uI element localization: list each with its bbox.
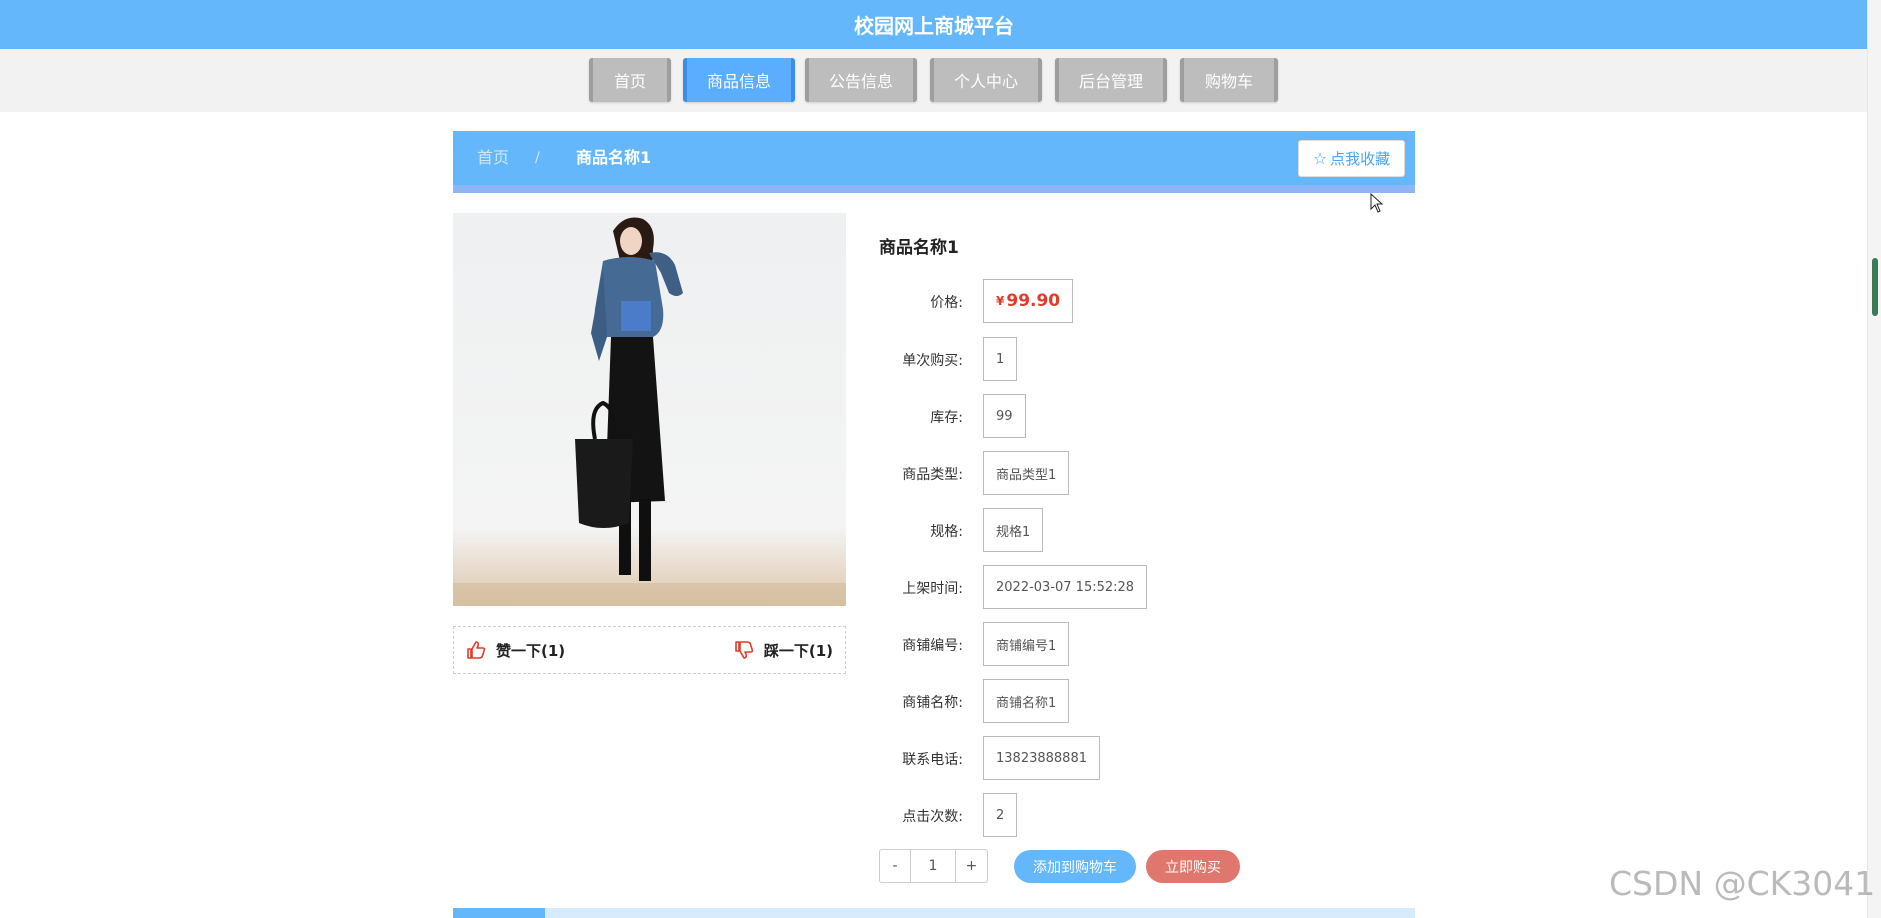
field-label-phone: 联系电话: (902, 752, 963, 768)
stock-value: 99 (983, 394, 1026, 438)
mouse-cursor-icon (1370, 193, 1384, 213)
breadcrumb-separator: / (535, 150, 540, 166)
site-title: 校园网上商城平台 (854, 14, 1014, 38)
thumbs-down-icon (735, 641, 753, 659)
detail-tab-strip (453, 908, 1415, 918)
favorite-label: 点我收藏 (1330, 150, 1391, 168)
quantity-decrement-button[interactable]: - (879, 849, 911, 883)
nav-item-admin[interactable]: 后台管理 (1055, 58, 1167, 102)
nav-item-label: 商品信息 (706, 72, 771, 91)
field-label-price: 价格: (930, 295, 963, 311)
breadcrumb-home-link[interactable]: 首页 (477, 131, 509, 185)
nav-item-announcements[interactable]: 公告信息 (805, 58, 917, 102)
scrollbar-thumb[interactable] (1872, 258, 1878, 316)
field-label-spec: 规格: (930, 524, 963, 540)
price-amount: 99.90 (1006, 291, 1061, 311)
field-label-shop-id: 商铺编号: (902, 638, 963, 654)
field-label-type: 商品类型: (902, 467, 963, 483)
nav-item-label: 公告信息 (828, 72, 893, 91)
nav-item-home[interactable]: 首页 (589, 58, 671, 102)
nav-item-label: 后台管理 (1078, 72, 1143, 91)
buy-now-button[interactable]: 立即购买 (1146, 850, 1240, 883)
nav-item-label: 首页 (613, 72, 646, 91)
dislike-button[interactable]: 踩一下(1) (734, 627, 833, 673)
single-purchase-value: 1 (983, 337, 1018, 381)
add-to-cart-button[interactable]: 添加到购物车 (1014, 850, 1136, 883)
nav-item-label: 个人中心 (953, 72, 1018, 91)
nav-item-products[interactable]: 商品信息 (683, 58, 795, 102)
currency-symbol: ¥ (996, 294, 1005, 308)
dislike-label: 踩一下(1) (763, 641, 833, 660)
clicks-value: 2 (983, 793, 1018, 837)
like-label: 赞一下(1) (496, 641, 566, 660)
main-nav: 首页 商品信息 公告信息 个人中心 后台管理 购物车 (0, 49, 1868, 112)
like-button[interactable]: 赞一下(1) (466, 627, 565, 673)
site-header: 校园网上商城平台 (0, 0, 1868, 49)
nav-item-profile[interactable]: 个人中心 (930, 58, 1042, 102)
quantity-increment-button[interactable]: + (955, 849, 988, 883)
star-outline-icon: ☆ (1312, 149, 1328, 168)
shop-id-value: 商铺编号1 (983, 622, 1070, 666)
listing-time-value: 2022-03-07 15:52:28 (983, 565, 1148, 609)
quantity-stepper: - 1 + (879, 849, 988, 883)
watermark: CSDN @CK3041 (1609, 864, 1876, 903)
shop-name-value: 商铺名称1 (983, 679, 1070, 723)
field-label-clicks: 点击次数: (902, 809, 963, 825)
price-value: ¥ 99.90 (983, 279, 1074, 323)
spec-value: 规格1 (983, 508, 1044, 552)
phone-value: 13823888881 (983, 736, 1100, 780)
field-label-single-purchase: 单次购买: (902, 353, 963, 369)
product-image (453, 213, 846, 606)
breadcrumb-current: 商品名称1 (576, 148, 652, 167)
quantity-input[interactable]: 1 (911, 849, 955, 883)
thumbs-up-icon (467, 641, 486, 659)
nav-item-cart[interactable]: 购物车 (1180, 58, 1278, 102)
type-value: 商品类型1 (983, 451, 1070, 495)
field-label-listing-time: 上架时间: (902, 581, 963, 597)
breadcrumb: 首页 / 商品名称1 ☆ 点我收藏 (453, 131, 1415, 193)
field-label-shop-name: 商铺名称: (902, 695, 963, 711)
favorite-button[interactable]: ☆ 点我收藏 (1298, 140, 1405, 177)
page-scrollbar[interactable] (1867, 0, 1881, 918)
detail-tab-active[interactable] (453, 908, 545, 918)
field-label-stock: 库存: (930, 410, 963, 426)
product-title: 商品名称1 (879, 238, 959, 258)
nav-item-label: 购物车 (1204, 72, 1253, 91)
vote-box: 赞一下(1) 踩一下(1) (453, 626, 846, 674)
